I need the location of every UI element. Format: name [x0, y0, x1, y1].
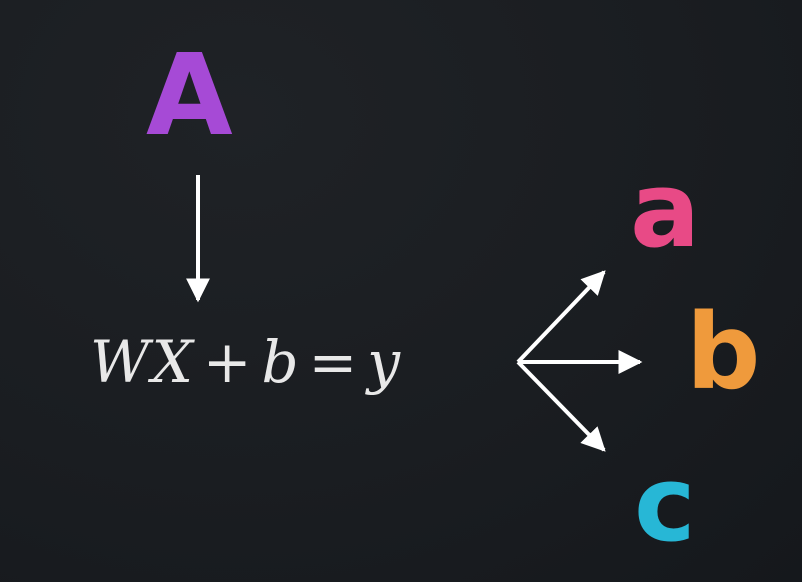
diagram: A WX + b = y a b c: [0, 0, 802, 582]
output-label-a: a: [630, 149, 701, 271]
output-label-b: b: [686, 291, 761, 413]
output-label-c: c: [634, 443, 696, 565]
eq-equals: =: [308, 328, 360, 396]
eq-y: y: [367, 328, 403, 396]
eq-b: b: [261, 328, 301, 396]
eq-plus: +: [202, 328, 254, 396]
eq-w: W: [90, 328, 152, 396]
output-arrow-c: [516, 360, 606, 452]
output-arrow-a: [516, 270, 606, 364]
equation: WX + b = y: [90, 328, 402, 396]
eq-x: X: [151, 328, 195, 396]
